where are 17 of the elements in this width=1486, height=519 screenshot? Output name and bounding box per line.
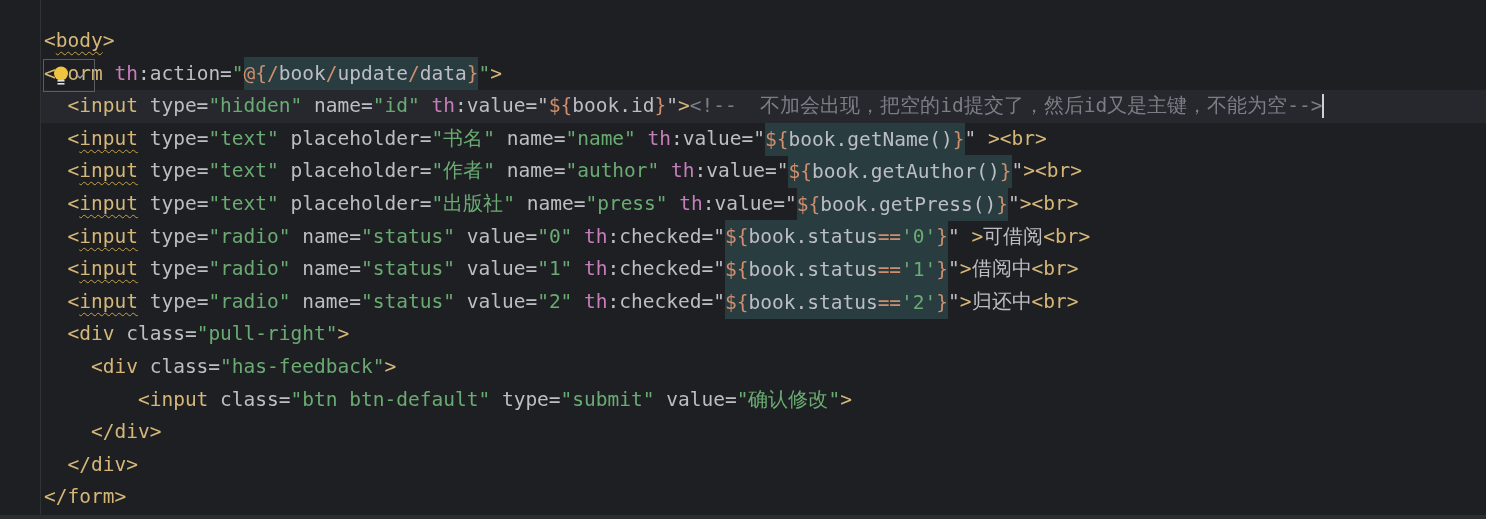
code-line: < orm th:action="@{/book/update/data}"> <box>41 57 1486 91</box>
code-line: <div class="has-feedback"> <box>89 353 398 380</box>
code-line: <input class="btn btn-default" type="submit" value="确认修改"> <box>136 386 853 413</box>
code-line: <div class="pull-right"> <box>66 321 351 348</box>
code-line: </form> <box>43 484 128 511</box>
code-line: <input type="radio" name="status" value="1" th:checked="${book.status=='1'}">借阅中<br> <box>41 253 1486 286</box>
code-line: </div> <box>66 451 139 478</box>
code-line: <input type="text" placeholder="书名" name="name" th:value="${book.getName()}" ><br> <box>41 122 1486 156</box>
code-line: </div> <box>89 419 163 446</box>
lightbulb-icon[interactable] <box>53 65 69 86</box>
code-line: <body> <box>43 28 116 54</box>
code-line: <input type="text" placeholder="作者" name="author" th:value="${book.getAuthor()}"><br> <box>41 155 1486 188</box>
text-caret <box>1322 94 1325 119</box>
chevron-down-icon[interactable] <box>75 72 85 79</box>
code-line: <input type="radio" name="status" value="0" th:checked="${book.status=='0'}" >可借阅<br> <box>41 220 1486 254</box>
code-line: <input type="radio" name="status" value="2" th:checked="${book.status=='2'}">归还中<br> <box>41 285 1486 319</box>
code-line: <input type="text" placeholder="出版社" name="press" th:value="${book.getPress()}"><br> <box>41 187 1486 221</box>
